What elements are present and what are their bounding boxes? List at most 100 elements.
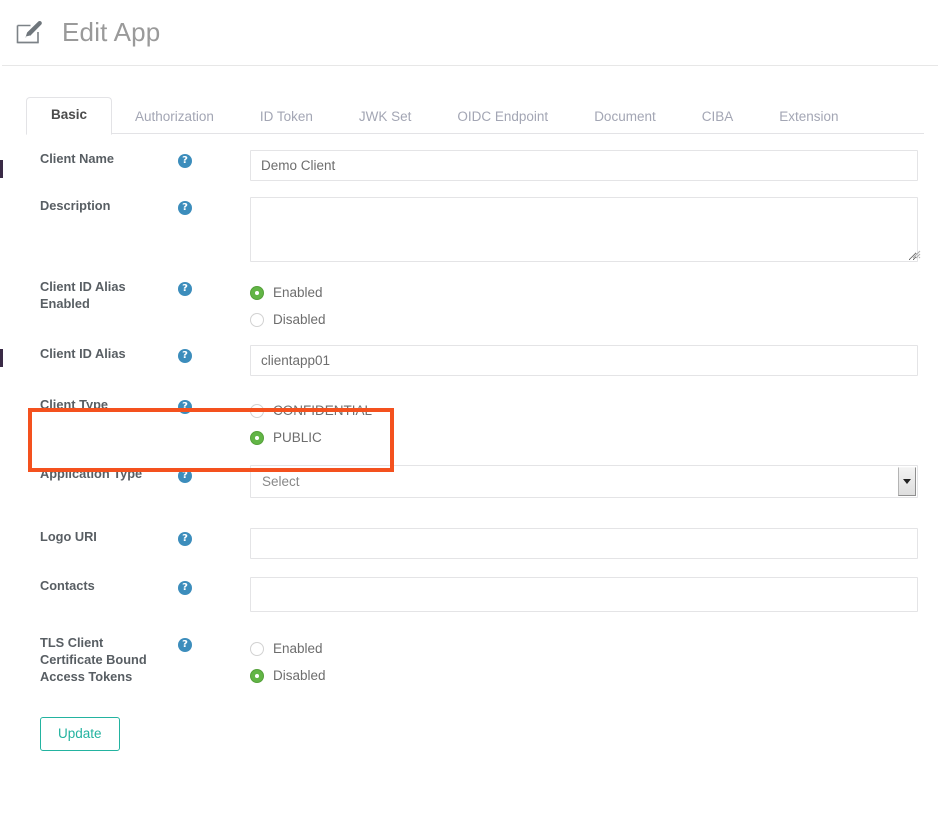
help-cell: ? (164, 465, 250, 483)
field-control-contacts (250, 577, 924, 612)
radio-label: PUBLIC (273, 430, 322, 445)
radio-label: Enabled (273, 285, 323, 300)
field-row-tls-client-certificate-bound-access-tokens: TLS Client Certificate Bound Access Toke… (16, 634, 924, 689)
field-label-client-type: Client Type (40, 397, 109, 412)
radio-option-public[interactable]: PUBLIC (250, 424, 918, 451)
radio-indicator[interactable] (250, 641, 264, 656)
help-icon[interactable]: ? (178, 532, 192, 546)
field-row-application-type: Application Type ? Select (16, 465, 924, 498)
application-type-selected-value: Select (262, 474, 300, 489)
form-actions: Update (16, 689, 924, 751)
help-cell: ? (164, 528, 250, 546)
radio-option-confidential[interactable]: CONFIDENTIAL (250, 397, 918, 424)
field-control-client-type: CONFIDENTIAL PUBLIC (250, 396, 924, 451)
radio-indicator[interactable] (250, 430, 264, 445)
field-label-description: Description (40, 198, 111, 213)
field-label-client-id-alias-enabled: Client ID Alias Enabled (40, 279, 126, 311)
application-type-select[interactable]: Select (250, 465, 918, 498)
field-control-application-type: Select (250, 465, 924, 498)
radio-indicator[interactable] (250, 312, 264, 327)
field-row-client-id-alias: Client ID Alias ? (16, 345, 924, 376)
help-icon[interactable]: ? (178, 581, 192, 595)
tab-label: ID Token (259, 108, 313, 124)
tab-oidc-endpoint[interactable]: OIDC Endpoint (434, 99, 571, 135)
help-icon[interactable]: ? (178, 201, 192, 215)
update-button[interactable]: Update (40, 717, 120, 751)
field-label-client-name: Client Name (40, 151, 114, 166)
help-cell: ? (164, 150, 250, 168)
tab-label: OIDC Endpoint (457, 108, 549, 124)
field-control-client-name (250, 150, 924, 181)
radio-option-disabled[interactable]: Disabled (250, 662, 918, 689)
help-cell: ? (164, 577, 250, 595)
help-icon[interactable]: ? (178, 154, 192, 168)
tab-extension[interactable]: Extension (756, 99, 861, 135)
help-cell: ? (164, 345, 250, 363)
radio-indicator[interactable] (250, 668, 264, 683)
field-row-description: Description ? (16, 197, 924, 262)
help-icon[interactable]: ? (178, 282, 192, 296)
tab-bar: Basic Authorization ID Token JWK Set OID… (2, 86, 938, 135)
radio-indicator[interactable] (250, 285, 264, 300)
tab-label: Extension (779, 108, 839, 124)
client-id-alias-input[interactable] (250, 345, 918, 376)
chevron-down-icon[interactable] (898, 467, 916, 496)
field-control-logo-uri (250, 528, 924, 559)
radio-label: CONFIDENTIAL (273, 403, 373, 418)
field-row-contacts: Contacts ? (16, 577, 924, 612)
field-label-logo-uri: Logo URI (40, 529, 97, 544)
description-textarea[interactable] (250, 197, 918, 262)
tab-document[interactable]: Document (571, 99, 679, 135)
radio-label: Disabled (273, 312, 326, 327)
radio-label: Disabled (273, 668, 326, 683)
tab-ciba[interactable]: CIBA (679, 99, 757, 135)
field-row-logo-uri: Logo URI ? (16, 528, 924, 559)
field-label-client-id-alias: Client ID Alias (40, 346, 126, 361)
help-cell: ? (164, 396, 250, 414)
tab-label: Basic (51, 106, 88, 122)
field-row-client-name: Client Name ? (16, 150, 924, 181)
field-row-client-id-alias-enabled: Client ID Alias Enabled ? Enabled Disabl… (16, 278, 924, 333)
field-row-client-type: Client Type ? CONFIDENTIAL PUBLIC (16, 396, 924, 451)
field-control-client-id-alias-enabled: Enabled Disabled (250, 278, 924, 333)
sidebar-edge-marker (0, 160, 3, 178)
tab-basic[interactable]: Basic (26, 96, 113, 135)
field-control-description (250, 197, 924, 262)
radio-group-tls-bound-tokens: Enabled Disabled (250, 634, 918, 689)
radio-group-client-id-alias-enabled: Enabled Disabled (250, 278, 918, 333)
field-label-application-type: Application Type (40, 466, 143, 481)
help-icon[interactable]: ? (178, 638, 192, 652)
radio-group-client-type: CONFIDENTIAL PUBLIC (250, 396, 918, 451)
field-control-tls-client-certificate-bound-access-tokens: Enabled Disabled (250, 634, 924, 689)
tab-label: Authorization (135, 108, 214, 124)
contacts-textarea[interactable] (250, 577, 918, 612)
field-label-tls-client-certificate-bound-access-tokens: TLS Client Certificate Bound Access Toke… (40, 635, 147, 684)
field-label-contacts: Contacts (40, 578, 95, 593)
radio-indicator[interactable] (250, 403, 264, 418)
help-cell: ? (164, 278, 250, 296)
sidebar-edge-marker (0, 349, 3, 367)
page-title: Edit App (62, 17, 161, 47)
radio-option-enabled[interactable]: Enabled (250, 635, 918, 662)
help-cell: ? (164, 634, 250, 652)
radio-label: Enabled (273, 641, 323, 656)
radio-option-disabled[interactable]: Disabled (250, 306, 918, 333)
tab-label: Document (594, 108, 656, 124)
help-icon[interactable]: ? (178, 349, 192, 363)
tab-label: JWK Set (358, 108, 412, 124)
help-icon[interactable]: ? (178, 469, 192, 483)
client-name-input[interactable] (250, 150, 918, 181)
tab-authorization[interactable]: Authorization (112, 99, 237, 135)
edit-pencil-square-icon (14, 18, 44, 48)
tab-id-token[interactable]: ID Token (237, 99, 336, 135)
logo-uri-input[interactable] (250, 528, 918, 559)
field-control-client-id-alias (250, 345, 924, 376)
help-cell: ? (164, 197, 250, 215)
content-panel: Edit App Basic Authorization ID Token JW… (2, 0, 938, 822)
tab-jwk-set[interactable]: JWK Set (336, 99, 435, 135)
radio-option-enabled[interactable]: Enabled (250, 279, 918, 306)
tab-label: CIBA (701, 108, 734, 124)
edit-app-form: Client Name ? Description ? (2, 134, 938, 751)
help-icon[interactable]: ? (178, 400, 192, 414)
page-header: Edit App (2, 0, 938, 66)
